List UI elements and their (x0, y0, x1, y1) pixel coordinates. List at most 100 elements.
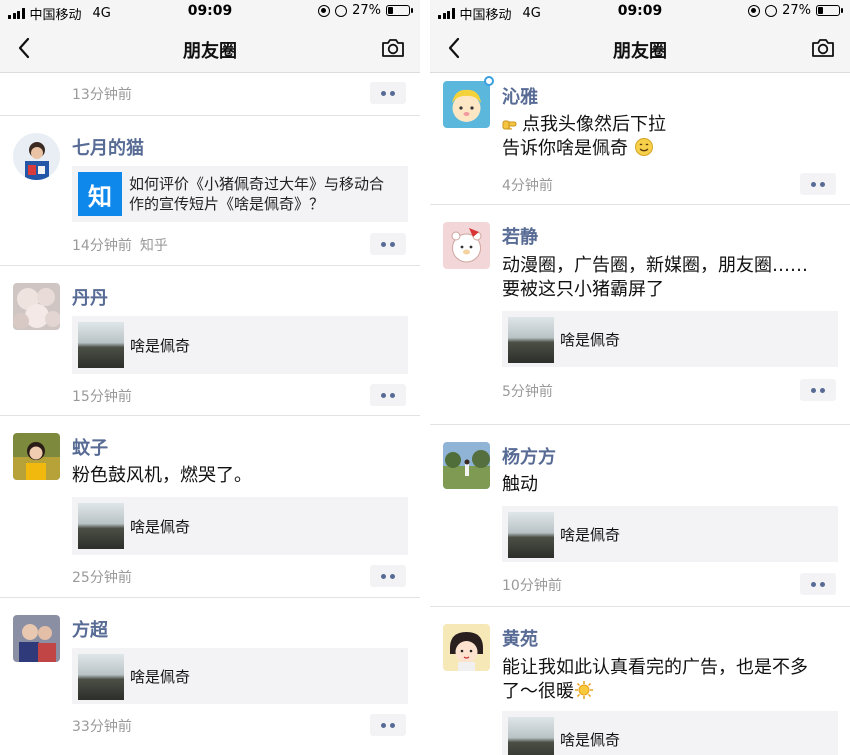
alarm-icon (335, 4, 348, 17)
more-actions-button[interactable] (370, 384, 406, 406)
post-time: 33分钟前 (72, 719, 132, 735)
nav-bar: 朋友圈 (430, 24, 850, 73)
post-source[interactable]: 知乎 (140, 238, 168, 254)
post-time: 14分钟前 (72, 238, 132, 254)
more-actions-button[interactable] (370, 82, 406, 104)
link-title: 啥是佩奇 (560, 331, 621, 349)
link-title: 啥是佩奇 (560, 731, 621, 749)
battery-icon (816, 5, 843, 16)
post-time: 10分钟前 (502, 578, 562, 594)
moment-post: 若静 动漫圈，广告圈，新媒圈，朋友圈…… 要被这只小猪霸屏了 啥是佩奇 5分钟前 (430, 205, 850, 425)
author-name[interactable]: 七月的猫 (72, 134, 144, 160)
author-name[interactable]: 丹丹 (72, 284, 108, 310)
moment-post: 杨方方 触动 啥是佩奇 10分钟前 (430, 425, 850, 607)
moment-post: 七月的猫 知 如何评价《小猪佩奇过大年》与移动合作的宣传短片《啥是佩奇》？ 14… (0, 116, 420, 266)
shared-link-card[interactable]: 啥是佩奇 (72, 316, 408, 374)
avatar[interactable] (13, 283, 60, 330)
author-name[interactable]: 方超 (72, 616, 108, 642)
sun-emoji-icon (575, 681, 593, 699)
post-time: 25分钟前 (72, 570, 132, 586)
post-time: 5分钟前 (502, 384, 553, 400)
top-bar: 中国移动 4G 09:09 27% 朋友圈 (0, 0, 420, 73)
link-title: 啥是佩奇 (560, 526, 621, 544)
battery-percent: 27% (352, 3, 381, 18)
link-title: 啥是佩奇 (130, 668, 191, 686)
link-title: 啥是佩奇 (130, 518, 191, 536)
avatar[interactable] (443, 624, 490, 671)
more-actions-button[interactable] (800, 379, 836, 401)
link-title: 啥是佩奇 (130, 337, 191, 355)
video-thumbnail (78, 503, 124, 549)
battery-percent: 27% (782, 3, 811, 18)
rotation-lock-icon (748, 4, 761, 17)
post-time: 15分钟前 (72, 389, 132, 405)
post-text: 动漫圈，广告圈，新媒圈，朋友圈…… 要被这只小猪霸屏了 (502, 254, 838, 302)
link-title: 如何评价《小猪佩奇过大年》与移动合作的宣传短片《啥是佩奇》？ (129, 175, 385, 213)
post-text-line: 点我头像然后下拉 (522, 114, 666, 135)
author-name[interactable]: 蚊子 (72, 434, 108, 460)
moment-post: 方超 啥是佩奇 33分钟前 (0, 598, 420, 755)
zhihu-logo-icon: 知 (78, 172, 122, 216)
more-actions-button[interactable] (800, 173, 836, 195)
more-actions-button[interactable] (370, 565, 406, 587)
moment-post: 蚊子 粉色鼓风机，燃哭了。 啥是佩奇 25分钟前 (0, 416, 420, 598)
more-actions-button[interactable] (800, 573, 836, 595)
post-text-line: 能让我如此认真看完的广告，也是不多 (502, 657, 808, 678)
video-thumbnail (508, 512, 554, 558)
post-time: 13分钟前 (72, 87, 132, 103)
moment-post: 沁雅 点我头像然后下拉 告诉你啥是佩奇 4分钟前 (430, 74, 850, 205)
shared-link-card[interactable]: 啥是佩奇 (502, 506, 838, 562)
avatar[interactable] (443, 222, 490, 269)
left-phone-screen: 中国移动 4G 09:09 27% 朋友圈 13分钟前 七月的猫 知 如何评价《… (0, 0, 420, 755)
avatar[interactable] (443, 442, 490, 489)
author-name[interactable]: 黄苑 (502, 625, 538, 651)
post-meta: 14分钟前 知乎 (72, 235, 168, 255)
top-bar: 中国移动 4G 09:09 27% 朋友圈 (430, 0, 850, 73)
moment-post: 黄苑 能让我如此认真看完的广告，也是不多 了～很暖 啥是佩奇 (430, 607, 850, 755)
video-thumbnail (508, 317, 554, 363)
video-thumbnail (508, 717, 554, 755)
more-actions-button[interactable] (370, 714, 406, 736)
moments-feed: 13分钟前 七月的猫 知 如何评价《小猪佩奇过大年》与移动合作的宣传短片《啥是佩… (0, 74, 420, 755)
video-thumbnail (78, 654, 124, 700)
alarm-icon (765, 4, 778, 17)
pointing-hand-emoji-icon (502, 120, 517, 130)
nav-bar: 朋友圈 (0, 24, 420, 73)
more-actions-button[interactable] (370, 233, 406, 255)
rotation-lock-icon (318, 4, 331, 17)
shared-link-card[interactable]: 啥是佩奇 (72, 497, 408, 555)
status-bar: 中国移动 4G 09:09 27% (0, 0, 420, 24)
shared-link-card[interactable]: 啥是佩奇 (72, 648, 408, 704)
post-text-line: 告诉你啥是佩奇 (502, 138, 628, 159)
video-thumbnail (78, 322, 124, 368)
moment-post: 丹丹 啥是佩奇 15分钟前 (0, 266, 420, 416)
post-text: 粉色鼓风机，燃哭了。 (72, 465, 252, 486)
post-text-line: 了～很暖 (502, 681, 574, 702)
avatar[interactable] (13, 133, 60, 180)
battery-icon (386, 5, 413, 16)
moment-post: 13分钟前 (0, 74, 420, 116)
page-title: 朋友圈 (613, 41, 667, 62)
author-name[interactable]: 沁雅 (502, 83, 538, 109)
right-phone-screen: 中国移动 4G 09:09 27% 朋友圈 沁雅 点我头像然后下拉 告诉你啥是佩… (430, 0, 850, 755)
post-text-line: 要被这只小猪霸屏了 (502, 279, 664, 300)
post-text: 触动 (502, 474, 538, 495)
avatar[interactable] (13, 615, 60, 662)
shared-link-card[interactable]: 知 如何评价《小猪佩奇过大年》与移动合作的宣传短片《啥是佩奇》？ (72, 166, 408, 222)
author-name[interactable]: 若静 (502, 223, 538, 249)
post-text-line: 动漫圈，广告圈，新媒圈，朋友圈…… (502, 255, 808, 276)
avatar[interactable] (443, 81, 490, 128)
post-time: 4分钟前 (502, 178, 553, 194)
camera-icon[interactable] (380, 36, 406, 60)
page-title: 朋友圈 (183, 41, 237, 62)
post-text: 能让我如此认真看完的广告，也是不多 了～很暖 (502, 656, 838, 704)
avatar[interactable] (13, 433, 60, 480)
author-name[interactable]: 杨方方 (502, 443, 556, 469)
moments-feed: 沁雅 点我头像然后下拉 告诉你啥是佩奇 4分钟前 若静 动漫圈，广告圈，新媒圈，… (430, 74, 850, 755)
smile-emoji-icon (634, 138, 653, 156)
activity-ring-icon (484, 76, 494, 86)
shared-link-card[interactable]: 啥是佩奇 (502, 711, 838, 755)
shared-link-card[interactable]: 啥是佩奇 (502, 311, 838, 367)
post-text: 点我头像然后下拉 告诉你啥是佩奇 (502, 113, 838, 161)
camera-icon[interactable] (810, 36, 836, 60)
